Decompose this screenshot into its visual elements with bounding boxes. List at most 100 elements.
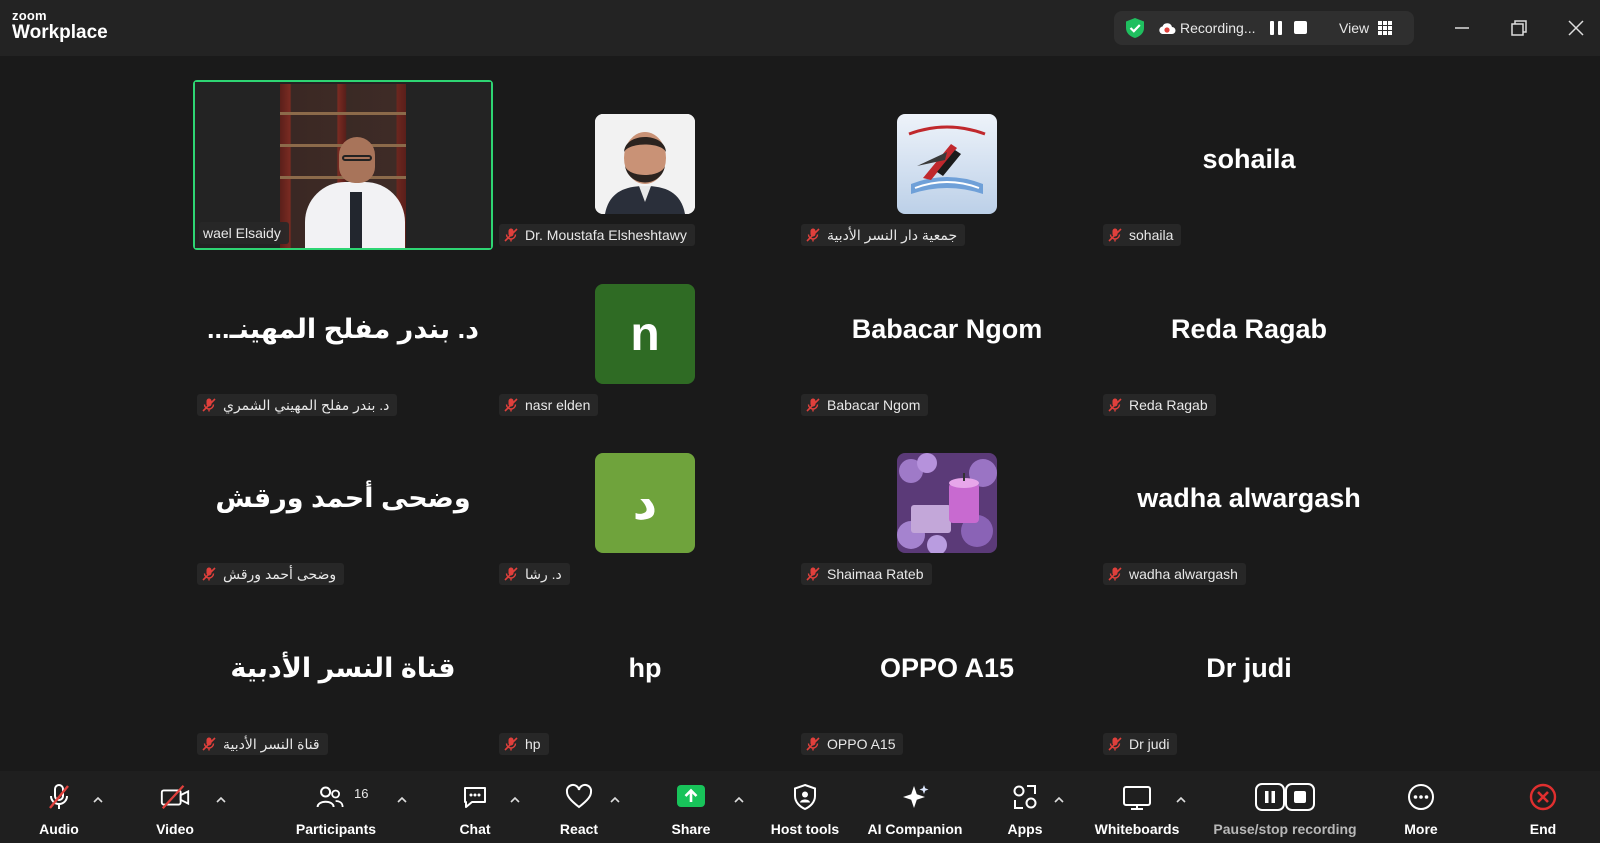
whiteboards-options-caret-icon[interactable] <box>1174 793 1188 807</box>
participant-photo <box>595 114 695 214</box>
muted-mic-icon <box>1108 398 1122 412</box>
participant-tile-active[interactable]: wael Elsaidy <box>193 80 493 250</box>
recording-pill: Recording... View <box>1114 11 1414 45</box>
close-icon[interactable] <box>1560 12 1592 44</box>
muted-mic-icon <box>202 567 216 581</box>
react-options-caret-icon[interactable] <box>608 793 622 807</box>
ai-companion-label: AI Companion <box>867 821 963 837</box>
title-bar: zoom Workplace Recording... View <box>0 0 1600 56</box>
participant-letter-avatar: د <box>595 453 695 553</box>
participant-name: د. رشا <box>525 565 562 582</box>
whiteboards-label: Whiteboards <box>1094 821 1180 837</box>
muted-mic-icon <box>1108 567 1122 581</box>
minimize-icon[interactable] <box>1446 12 1478 44</box>
cloud-recording-icon <box>1159 23 1176 34</box>
participant-name-tag: Dr. Moustafa Elsheshtawy <box>499 224 695 246</box>
participant-tile[interactable]: Reda Ragab Reda Ragab <box>1099 250 1399 420</box>
apps-options-caret-icon[interactable] <box>1052 793 1066 807</box>
video-options-caret-icon[interactable] <box>214 793 228 807</box>
end-label: End <box>1529 821 1557 837</box>
participant-tile[interactable]: Dr. Moustafa Elsheshtawy <box>495 80 795 250</box>
participant-tile[interactable]: OPPO A15 OPPO A15 <box>797 589 1097 759</box>
participant-name: جمعية دار النسر الأدبية <box>827 226 958 243</box>
meeting-toolbar: Audio Video 16 Participants Chat React S… <box>0 771 1600 843</box>
whiteboard-icon <box>1123 786 1151 810</box>
chat-button[interactable]: Chat <box>440 771 510 843</box>
participant-tile[interactable]: ...د. بندر مفلح المهينـ د. بندر مفلح الم… <box>193 250 493 420</box>
apps-button[interactable]: Apps <box>990 771 1060 843</box>
participant-tile[interactable]: قناة النسر الأدبية قناة النسر الأدبية <box>193 589 493 759</box>
participant-tile[interactable]: wadha alwargash wadha alwargash <box>1099 419 1399 589</box>
participant-name-tag: Dr judi <box>1103 733 1178 755</box>
share-options-caret-icon[interactable] <box>732 793 746 807</box>
end-meeting-button[interactable]: End <box>1508 771 1578 843</box>
participant-tile[interactable]: sohaila sohaila <box>1099 80 1399 250</box>
participant-tile[interactable]: Shaimaa Rateb <box>797 419 1097 589</box>
audio-button[interactable]: Audio <box>24 771 94 843</box>
participant-tile[interactable]: Babacar Ngom Babacar Ngom <box>797 250 1097 420</box>
muted-mic-icon <box>504 737 518 751</box>
host-tools-button[interactable]: Host tools <box>760 771 850 843</box>
participant-tile[interactable]: جمعية دار النسر الأدبية <box>797 80 1097 250</box>
participant-name: د. بندر مفلح المهيني الشمري <box>223 396 390 413</box>
muted-mic-icon <box>806 737 820 751</box>
participant-display-name: hp <box>628 653 662 683</box>
participant-name: وضحى أحمد ورقش <box>223 565 337 582</box>
participant-name-tag: Babacar Ngom <box>801 394 929 416</box>
participant-tile[interactable]: hp hp <box>495 589 795 759</box>
participant-display-name: OPPO A15 <box>879 653 1015 683</box>
pause-stop-recording-button[interactable]: Pause/stop recording <box>1205 771 1365 843</box>
stop-recording-icon[interactable] <box>1294 21 1307 34</box>
participant-name: sohaila <box>1129 227 1174 243</box>
brand-line2: Workplace <box>12 22 108 43</box>
muted-mic-icon <box>504 398 518 412</box>
participant-name-tag: Reda Ragab <box>1103 394 1216 416</box>
participant-tile[interactable]: Dr judi Dr judi <box>1099 589 1399 759</box>
ai-sparkle-icon <box>903 785 929 808</box>
participant-tile[interactable]: د د. رشا <box>495 419 795 589</box>
participant-display-name: wadha alwargash <box>1137 483 1361 513</box>
whiteboards-button[interactable]: Whiteboards <box>1082 771 1192 843</box>
participant-name-tag: wael Elsaidy <box>199 222 289 244</box>
participants-button[interactable]: 16 Participants <box>284 771 388 843</box>
participant-display-name: قناة النسر الأدبية <box>230 653 456 683</box>
participant-tile[interactable]: وضحى أحمد ورقش وضحى أحمد ورقش <box>193 419 493 589</box>
participants-count: 16 <box>354 786 369 801</box>
video-label: Video <box>156 821 194 837</box>
ai-companion-button[interactable]: AI Companion <box>860 771 970 843</box>
muted-mic-icon <box>49 784 69 809</box>
view-button[interactable]: View <box>1339 20 1369 36</box>
muted-mic-icon <box>504 228 518 242</box>
security-shield-icon[interactable] <box>1124 17 1146 39</box>
pause-stop-recording-label: Pause/stop recording <box>1213 821 1357 837</box>
muted-mic-icon <box>1108 228 1122 242</box>
pause-recording-icon[interactable] <box>1270 21 1282 35</box>
participant-name: hp <box>525 736 541 752</box>
more-button[interactable]: More <box>1386 771 1456 843</box>
react-button[interactable]: React <box>544 771 614 843</box>
video-button[interactable]: Video <box>140 771 210 843</box>
participant-name-tag: د. بندر مفلح المهيني الشمري <box>197 394 398 416</box>
more-label: More <box>1404 821 1438 837</box>
participant-tile[interactable]: n nasr elden <box>495 250 795 420</box>
audio-options-caret-icon[interactable] <box>91 793 105 807</box>
apps-label: Apps <box>1007 821 1043 837</box>
muted-mic-icon <box>504 567 518 581</box>
end-meeting-icon <box>1529 783 1557 811</box>
grid-view-icon[interactable] <box>1378 21 1392 35</box>
participant-logo-image <box>897 114 997 214</box>
participant-name: wadha alwargash <box>1129 566 1238 582</box>
participant-name-tag: hp <box>499 733 549 755</box>
restore-icon[interactable] <box>1503 12 1535 44</box>
participant-name: nasr elden <box>525 397 591 413</box>
participants-options-caret-icon[interactable] <box>395 793 409 807</box>
participant-name: OPPO A15 <box>827 736 896 752</box>
muted-mic-icon <box>202 398 216 412</box>
pause-stop-recording-icon <box>1255 783 1315 811</box>
participants-icon <box>316 786 344 808</box>
share-button[interactable]: Share <box>656 771 726 843</box>
participant-name-tag: sohaila <box>1103 224 1182 246</box>
share-label: Share <box>671 821 711 837</box>
participant-flower-image <box>897 453 997 553</box>
chat-options-caret-icon[interactable] <box>508 793 522 807</box>
